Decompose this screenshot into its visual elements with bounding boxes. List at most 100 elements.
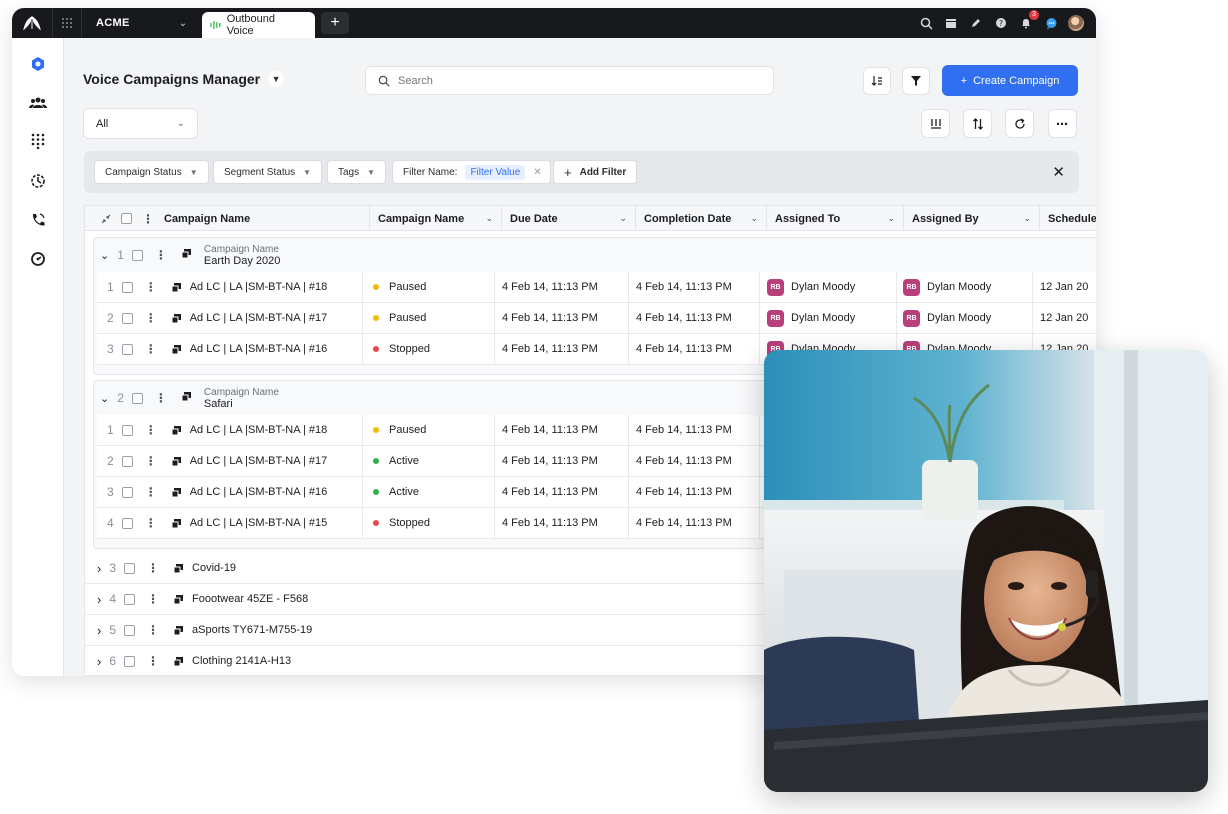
dashboard-gauge-icon[interactable] (26, 247, 50, 271)
campaign-name[interactable]: aSports TY671-M755-19 (192, 624, 312, 636)
sort-order-button[interactable] (963, 109, 992, 138)
sort-button[interactable] (863, 67, 891, 95)
user-avatar[interactable] (1068, 15, 1084, 31)
row-checkbox[interactable] (121, 517, 133, 529)
search-box[interactable] (365, 66, 774, 95)
campaign-name[interactable]: Ad LC | LA |SM-BT-NA | #17 (190, 312, 328, 324)
refresh-button[interactable] (1005, 109, 1034, 138)
search-input[interactable] (398, 74, 758, 87)
column-header-completion-date[interactable]: Completion Date ⌄ (636, 206, 767, 231)
new-tab-button[interactable]: + (321, 12, 349, 34)
chevron-right-icon[interactable]: › (97, 654, 101, 669)
more-vertical-icon[interactable]: ⋮ (155, 248, 167, 262)
help-icon[interactable]: ? (993, 15, 1009, 31)
collapse-arrows-icon[interactable] (101, 214, 111, 224)
table-row[interactable]: 2 ⋮ Ad LC | LA |SM-BT-NA | #17 Paused 4 Feb … (97, 303, 1096, 334)
history-clock-icon[interactable] (26, 169, 50, 193)
tab-outbound-voice[interactable]: Outbound Voice (202, 12, 315, 38)
column-header-name[interactable]: ⋮ Campaign Name (85, 206, 370, 231)
more-vertical-icon[interactable]: ⋮ (147, 654, 159, 668)
org-name[interactable]: ACME (82, 17, 172, 29)
brand-logo-icon[interactable] (12, 8, 52, 38)
select-all-checkbox[interactable] (121, 213, 132, 224)
campaign-name[interactable]: Ad LC | LA |SM-BT-NA | #16 (190, 486, 328, 498)
chat-icon[interactable] (1043, 15, 1059, 31)
filter-chip-segment-status[interactable]: Segment Status ▼ (213, 160, 323, 184)
chevron-down-icon[interactable]: ▼ (268, 71, 285, 87)
more-vertical-icon[interactable]: ⋮ (147, 561, 159, 575)
row-checkbox[interactable] (124, 593, 136, 605)
chevron-down-icon[interactable]: ⌄ (172, 18, 194, 29)
filter-button[interactable] (902, 67, 930, 95)
campaign-name[interactable]: Clothing 2141A-H13 (192, 655, 291, 667)
row-checkbox[interactable] (131, 392, 143, 404)
campaign-name[interactable]: Ad LC | LA |SM-BT-NA | #15 (190, 517, 328, 529)
view-select[interactable]: All ⌄ (83, 108, 198, 139)
campaign-name[interactable]: Ad LC | LA |SM-BT-NA | #18 (190, 424, 328, 436)
more-vertical-icon[interactable]: ⋮ (145, 280, 157, 294)
create-campaign-button[interactable]: + Create Campaign (942, 65, 1078, 96)
column-header-assigned-by[interactable]: Assigned By ⌄ (904, 206, 1040, 231)
chevron-right-icon[interactable]: › (97, 592, 101, 607)
assigner-name[interactable]: Dylan Moody (927, 312, 991, 324)
close-filters-icon[interactable]: ✕ (1052, 163, 1065, 181)
row-checkbox[interactable] (121, 281, 133, 293)
column-header-due-date[interactable]: Due Date ⌄ (502, 206, 636, 231)
search-icon[interactable] (918, 15, 934, 31)
assignee-name[interactable]: Dylan Moody (791, 312, 855, 324)
more-vertical-icon[interactable]: ⋮ (147, 623, 159, 637)
row-checkbox[interactable] (121, 312, 133, 324)
app-launcher-icon[interactable] (52, 8, 82, 38)
more-vertical-icon[interactable]: ⋮ (145, 311, 157, 325)
column-settings-button[interactable] (921, 109, 950, 138)
row-checkbox[interactable] (121, 343, 133, 355)
row-checkbox[interactable] (121, 424, 133, 436)
phone-call-icon[interactable] (26, 208, 50, 232)
row-checkbox[interactable] (124, 624, 136, 636)
column-header-campaign-name[interactable]: Campaign Name ⌄ (370, 206, 502, 231)
chevron-down-icon[interactable]: ⌄ (100, 392, 109, 405)
group-header[interactable]: ⌄ 2 ⋮ Campaign Name Safari (100, 383, 279, 413)
chevron-right-icon[interactable]: › (97, 623, 101, 638)
assigner-name[interactable]: Dylan Moody (927, 281, 991, 293)
table-row[interactable]: 1 ⋮ Ad LC | LA |SM-BT-NA | #18 Paused 4 Feb … (97, 272, 1096, 303)
dialpad-icon[interactable] (26, 129, 50, 153)
notification-bell-icon[interactable]: 3 (1018, 10, 1039, 31)
more-vertical-icon[interactable]: ⋮ (145, 342, 157, 356)
campaign-name[interactable]: Foootwear 45ZE - F568 (192, 593, 308, 605)
more-vertical-icon[interactable]: ⋮ (145, 423, 157, 437)
chevron-down-icon[interactable]: ⌄ (100, 249, 109, 262)
add-filter-button[interactable]: + Add Filter (553, 160, 638, 184)
users-icon[interactable] (26, 91, 50, 115)
more-vertical-icon[interactable]: ⋮ (155, 391, 167, 405)
row-checkbox[interactable] (121, 486, 133, 498)
campaign-name[interactable]: Ad LC | LA |SM-BT-NA | #17 (190, 455, 328, 467)
more-vertical-icon[interactable]: ⋮ (145, 485, 157, 499)
campaign-name[interactable]: Ad LC | LA |SM-BT-NA | #18 (190, 281, 328, 293)
column-header-schedule[interactable]: Schedule (1040, 206, 1096, 231)
filter-chip-filter-name[interactable]: Filter Name: Filter Value ✕ (392, 160, 551, 184)
pencil-icon[interactable] (968, 15, 984, 31)
filter-chip-campaign-status[interactable]: Campaign Status ▼ (94, 160, 209, 184)
row-checkbox[interactable] (121, 455, 133, 467)
more-vertical-icon[interactable]: ⋮ (145, 454, 157, 468)
column-divider (494, 477, 495, 508)
assignee-name[interactable]: Dylan Moody (791, 281, 855, 293)
column-header-assigned-to[interactable]: Assigned To ⌄ (767, 206, 904, 231)
remove-filter-icon[interactable]: ✕ (533, 167, 541, 178)
campaign-name[interactable]: Covid-19 (192, 562, 236, 574)
group-header[interactable]: ⌄ 1 ⋮ Campaign Name Earth Day 2020 (100, 240, 280, 270)
row-checkbox[interactable] (124, 562, 136, 574)
chevron-right-icon[interactable]: › (97, 561, 101, 576)
filter-chip-tags[interactable]: Tags ▼ (327, 160, 387, 184)
more-options-button[interactable]: ⋯ (1048, 109, 1077, 138)
page-title[interactable]: Voice Campaigns Manager ▼ (83, 71, 285, 87)
more-vertical-icon[interactable]: ⋮ (147, 592, 159, 606)
row-checkbox[interactable] (124, 655, 136, 667)
campaign-name[interactable]: Ad LC | LA |SM-BT-NA | #16 (190, 343, 328, 355)
calendar-icon[interactable] (943, 15, 959, 31)
more-vertical-icon[interactable]: ⋮ (142, 212, 154, 226)
row-checkbox[interactable] (131, 249, 143, 261)
settings-hexagon-icon[interactable] (26, 52, 50, 76)
more-vertical-icon[interactable]: ⋮ (145, 516, 157, 530)
